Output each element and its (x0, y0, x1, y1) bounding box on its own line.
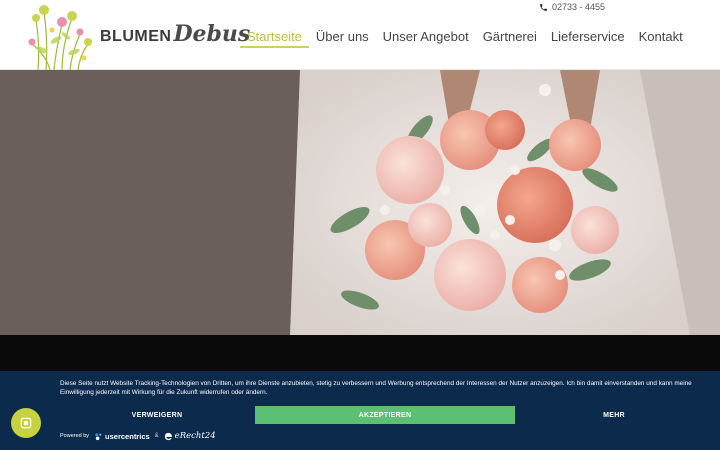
powered-by-label: Powered by (60, 433, 90, 439)
wedding-bouquet-image (0, 70, 720, 335)
brand-name-blumen: BLUMEN (100, 28, 172, 45)
consent-text: Diese Seite nutzt Website Tracking-Techn… (60, 380, 692, 396)
nav-item-kontakt[interactable]: Kontakt (632, 28, 690, 48)
erecht24-icon (164, 432, 172, 440)
hero-banner (0, 70, 720, 335)
accept-button[interactable]: AKZEPTIEREN (255, 406, 515, 424)
flower-illustration-icon (28, 5, 92, 70)
nav-item-startseite[interactable]: Startseite (240, 28, 309, 48)
more-button[interactable]: MEHR (515, 406, 713, 424)
deny-button[interactable]: VERWEIGERN (58, 406, 256, 424)
brand-wordmark: BLUMEN Debus (100, 21, 250, 47)
header-phone[interactable]: 02733 - 4455 (539, 1, 605, 13)
fingerprint-shield-icon (20, 417, 32, 429)
usercentrics-name: usercentrics (105, 431, 150, 441)
nav-item-unser-angebot[interactable]: Unser Angebot (376, 28, 476, 48)
nav-item-gaertnerei[interactable]: Gärtnerei (476, 28, 544, 48)
main-navigation: Startseite Über uns Unser Angebot Gärtne… (240, 28, 690, 48)
powered-by: Powered by usercentrics & eRecht24 (60, 429, 216, 443)
site-header: BLUMEN Debus 02733 - 4455 Startseite Übe… (0, 0, 720, 70)
erecht24-logo[interactable]: eRecht24 (164, 431, 216, 441)
nav-item-lieferservice[interactable]: Lieferservice (544, 28, 632, 48)
privacy-settings-button[interactable] (11, 408, 41, 438)
dark-content-band (0, 335, 720, 371)
ampersand: & (154, 433, 159, 439)
cookie-consent-banner: Diese Seite nutzt Website Tracking-Techn… (0, 371, 720, 450)
nav-item-ueber-uns[interactable]: Über uns (309, 28, 376, 48)
brand-logo[interactable]: BLUMEN Debus (28, 0, 250, 70)
phone-icon (540, 3, 547, 11)
usercentrics-icon (95, 432, 102, 440)
erecht24-name: eRecht24 (174, 431, 216, 441)
phone-number: 02733 - 4455 (551, 2, 605, 12)
usercentrics-logo[interactable]: usercentrics (94, 432, 150, 441)
brand-name-debus: Debus (173, 21, 251, 47)
